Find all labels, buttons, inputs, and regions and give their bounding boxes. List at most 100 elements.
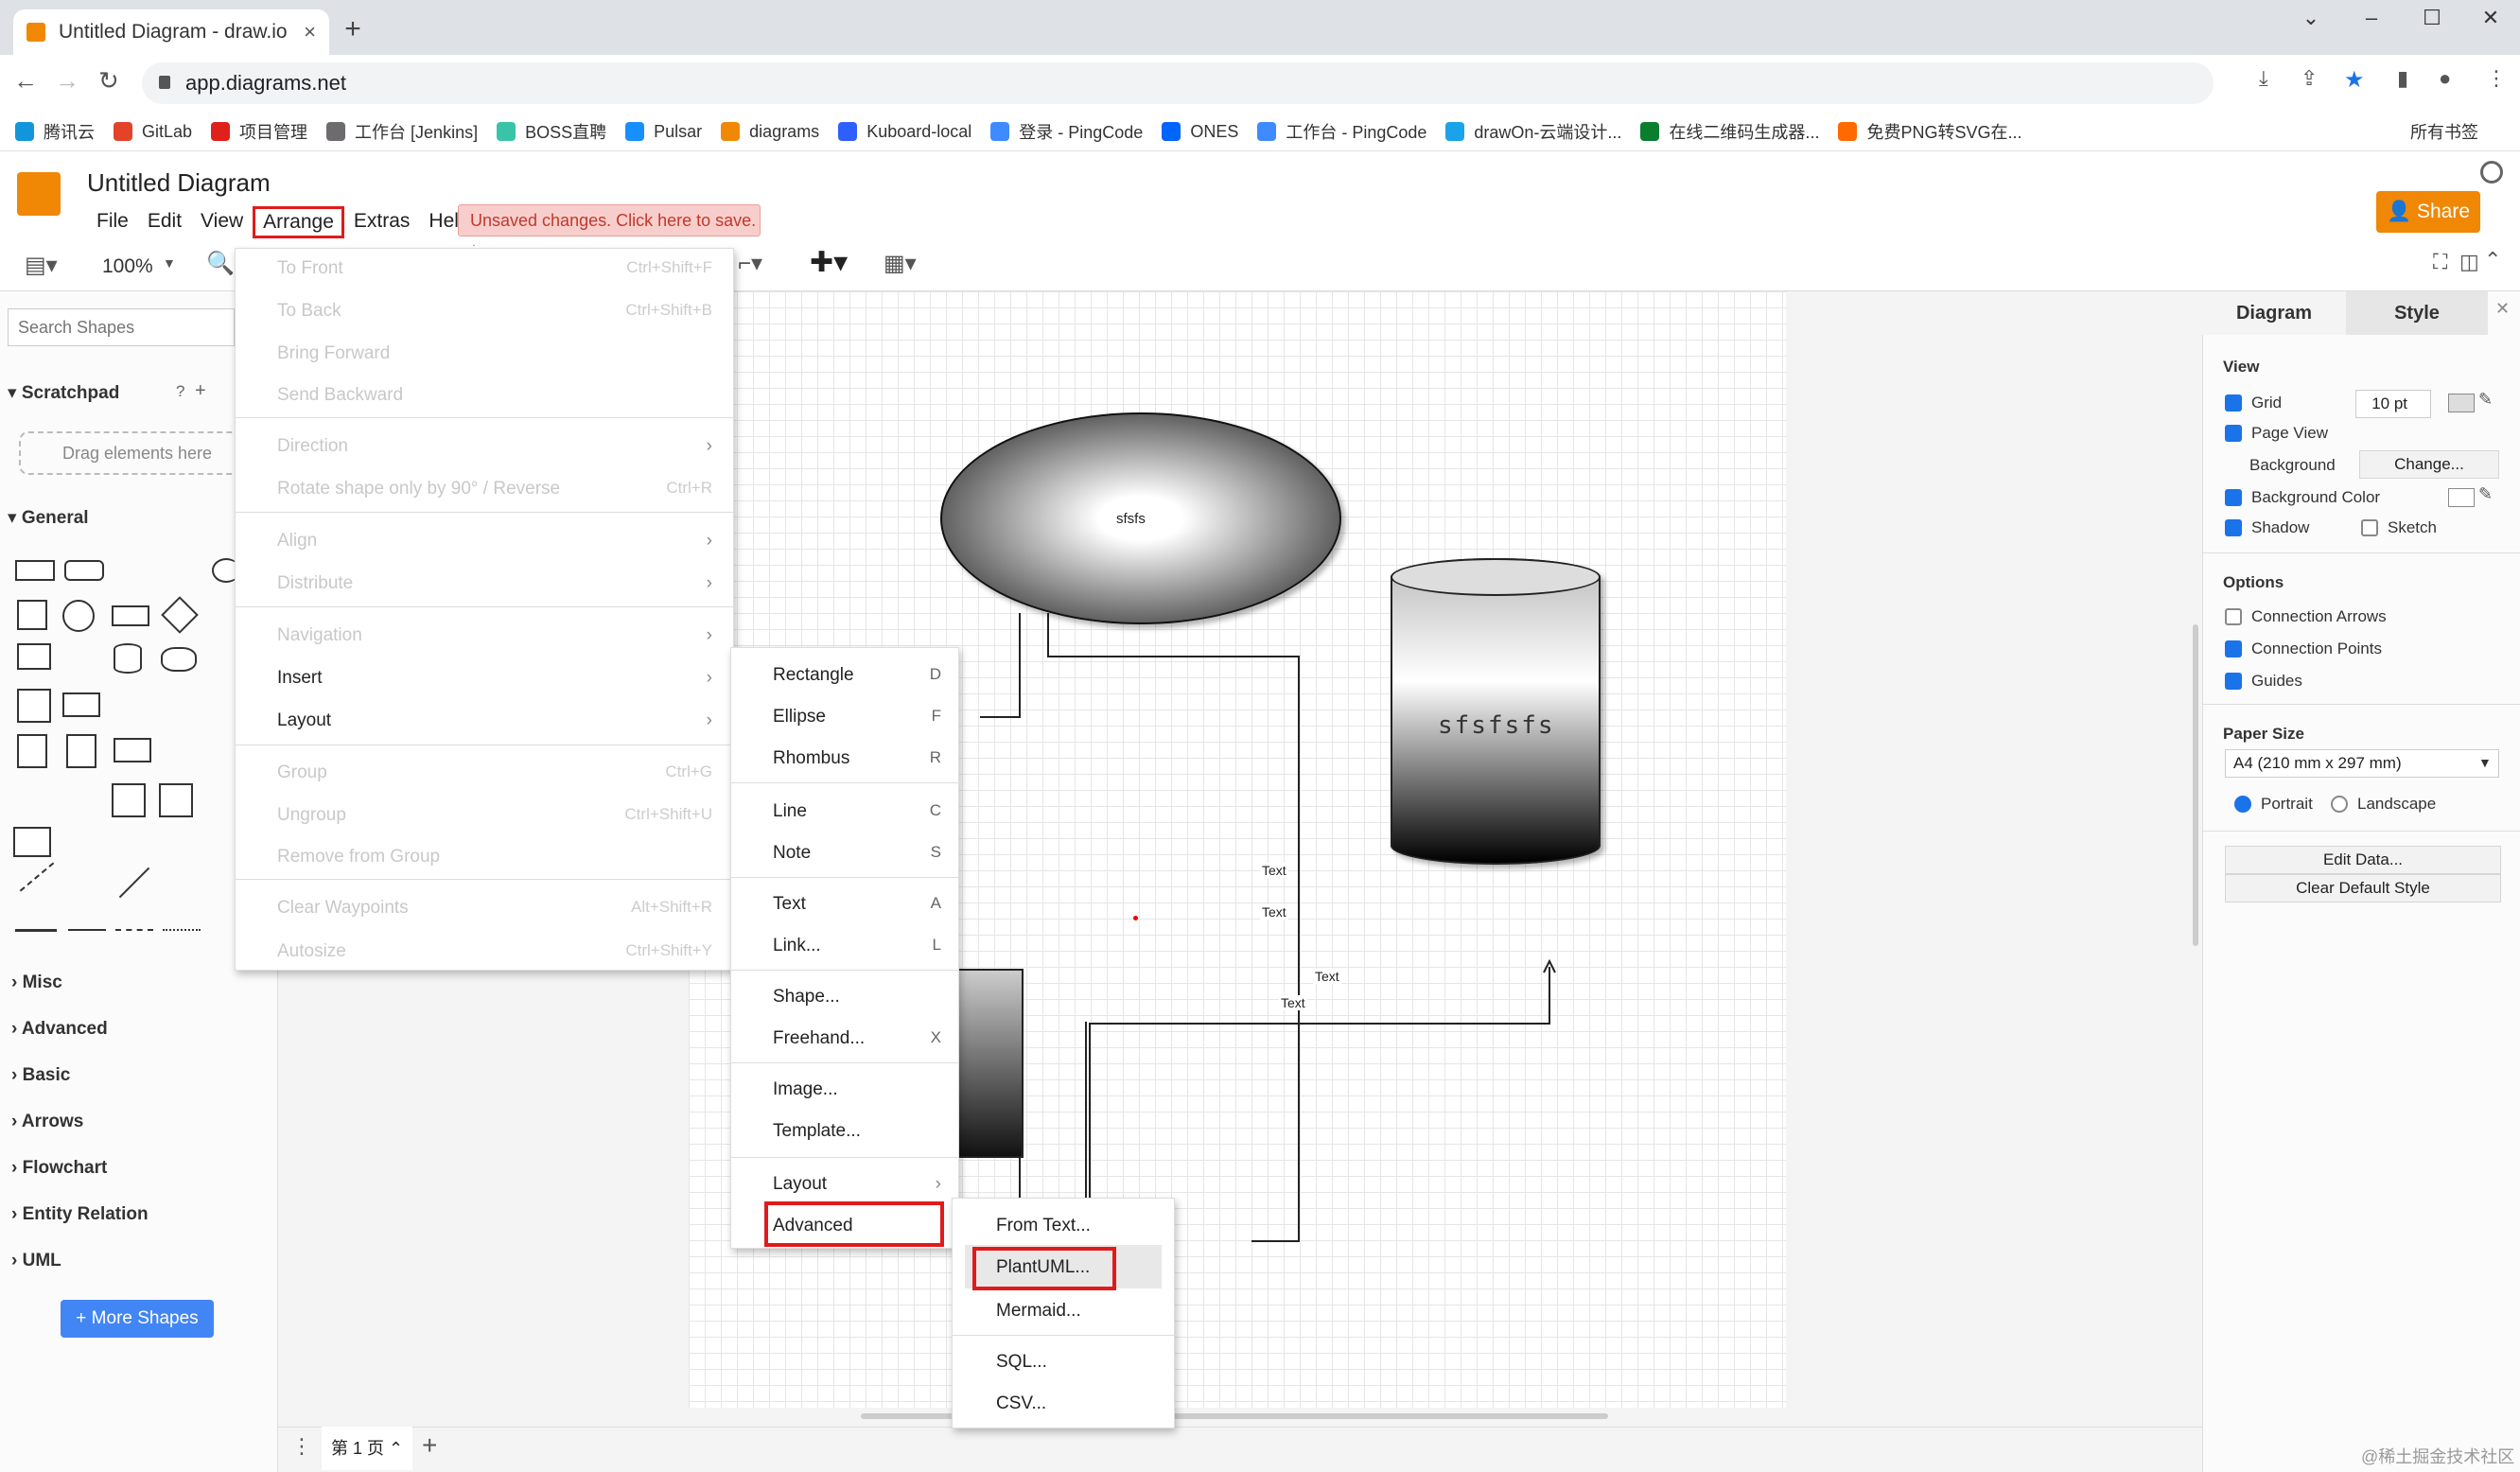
insert-item-shape[interactable]: Shape...	[773, 987, 941, 1008]
paper-size-select[interactable]: A4 (210 mm x 297 mm)	[2225, 749, 2499, 778]
shape-list-item[interactable]	[13, 827, 51, 857]
arrange-item-rotate-shape-only-by-90-reverse[interactable]: Rotate shape only by 90° / Reverse Ctrl+R	[277, 479, 712, 499]
arrange-item-navigation[interactable]: Navigation ›	[277, 625, 712, 646]
pages-menu-icon[interactable]: ⋮	[291, 1434, 312, 1459]
background-color-swatch[interactable]	[2448, 488, 2475, 507]
insert-item-template[interactable]: Template...	[773, 1121, 941, 1142]
close-window-icon[interactable]: ✕	[2467, 6, 2514, 40]
shape-rectangle[interactable]	[15, 560, 55, 581]
clear-default-style-button[interactable]: Clear Default Style	[2225, 874, 2501, 902]
shape-hexagon[interactable]	[17, 643, 51, 670]
shape-dashed-arrow[interactable]	[115, 929, 153, 931]
insert-item-note[interactable]: Note S	[773, 843, 941, 864]
menu-arrange[interactable]: Arrange	[253, 206, 344, 238]
scrollbar-vertical[interactable]	[2193, 624, 2198, 946]
connection-arrows-checkbox[interactable]: Connection Arrows	[2225, 607, 2387, 626]
scratchpad-header[interactable]: ▾ Scratchpad	[8, 382, 119, 404]
add-page-icon[interactable]: +	[422, 1430, 437, 1461]
shape-dotted-arrow[interactable]	[163, 929, 201, 931]
section-advanced[interactable]: › Advanced	[11, 1019, 108, 1040]
theme-settings-icon[interactable]	[2480, 161, 2503, 184]
menu-view[interactable]: View	[191, 206, 253, 238]
scratchpad-add-icon[interactable]: +	[195, 380, 206, 402]
insert-item-rhombus[interactable]: Rhombus R	[773, 748, 941, 769]
tab-style[interactable]: Style	[2346, 291, 2488, 335]
more-shapes-button[interactable]: + More Shapes	[61, 1300, 214, 1338]
shape-card[interactable]	[66, 734, 96, 768]
grid-color-swatch[interactable]	[2448, 394, 2475, 412]
shape-arrow[interactable]	[68, 929, 106, 931]
insert-item-freehand[interactable]: Freehand... X	[773, 1028, 941, 1049]
insert-item-image[interactable]: Image...	[773, 1079, 941, 1100]
page-view-checkbox[interactable]: Page View	[2225, 424, 2328, 443]
insert-item-link[interactable]: Link... L	[773, 936, 941, 956]
guides-checkbox[interactable]: Guides	[2225, 672, 2302, 691]
connection-points-checkbox[interactable]: Connection Points	[2225, 640, 2382, 658]
section-misc[interactable]: › Misc	[11, 973, 62, 993]
advanced-item-csv[interactable]: CSV...	[996, 1393, 1166, 1414]
maximize-icon[interactable]: ☐	[2408, 6, 2456, 40]
bookmark-item[interactable]: Pulsar	[625, 122, 702, 142]
fullscreen-icon[interactable]: ⛶	[2433, 250, 2447, 274]
more-menu-icon[interactable]: ⋮	[2486, 66, 2507, 91]
bookmark-item[interactable]: diagrams	[721, 122, 819, 142]
arrange-item-ungroup[interactable]: Ungroup Ctrl+Shift+U	[277, 805, 712, 826]
install-icon[interactable]: ⤓	[2259, 66, 2268, 91]
close-panel-icon[interactable]: ✕	[2495, 299, 2510, 319]
reload-icon[interactable]: ↻	[98, 66, 119, 96]
document-title[interactable]: Untitled Diagram	[87, 168, 271, 198]
all-bookmarks[interactable]: 所有书签	[2410, 119, 2478, 144]
bookmark-item[interactable]: 腾讯云	[15, 119, 95, 144]
bookmark-item[interactable]: 在线二维码生成器...	[1640, 119, 1819, 144]
zoom-in-icon[interactable]: 🔍	[206, 250, 235, 277]
advanced-item-from-text[interactable]: From Text...	[996, 1216, 1166, 1236]
arrange-item-clear-waypoints[interactable]: Clear Waypoints Alt+Shift+R	[277, 898, 712, 919]
connector-1[interactable]	[980, 613, 1021, 718]
grid-size-input[interactable]: 10 pt	[2355, 390, 2431, 418]
scratchpad-help-icon[interactable]: ?	[176, 382, 184, 401]
shape-circle[interactable]	[62, 600, 95, 632]
shape-process[interactable]	[112, 605, 149, 626]
bookmark-item[interactable]: drawOn-云端设计...	[1445, 119, 1621, 144]
edge-label[interactable]: Text	[1313, 969, 1341, 984]
shape-cylinder[interactable]	[114, 643, 142, 674]
section-uml[interactable]: › UML	[11, 1251, 61, 1271]
panel-toggle-icon[interactable]: ◫	[2459, 250, 2479, 274]
browser-tab[interactable]: Untitled Diagram - draw.io ×	[13, 9, 329, 55]
format-panel-toggle-icon[interactable]: ▤▾	[25, 252, 58, 279]
forward-icon[interactable]: →	[55, 66, 79, 96]
insert-plus-icon[interactable]: ✚▾	[810, 246, 848, 279]
edge-label[interactable]: Text	[1260, 904, 1288, 920]
menu-edit[interactable]: Edit	[138, 206, 191, 238]
bookmark-item[interactable]: 项目管理	[211, 119, 307, 144]
menu-file[interactable]: File	[87, 206, 138, 238]
waypoint-icon[interactable]: ⌐▾	[738, 250, 762, 277]
insert-item-text[interactable]: Text A	[773, 894, 941, 915]
edge-label[interactable]: Text	[1279, 995, 1307, 1010]
arrange-item-layout[interactable]: Layout ›	[277, 710, 712, 731]
address-bar[interactable]: app.diagrams.net	[142, 62, 2214, 104]
advanced-item-sql[interactable]: SQL...	[996, 1352, 1166, 1373]
bookmark-item[interactable]: Kuboard-local	[838, 122, 971, 142]
tab-diagram[interactable]: Diagram	[2202, 291, 2346, 335]
landscape-radio[interactable]: Landscape	[2331, 795, 2436, 814]
cylinder-label[interactable]: sfsfsfs	[1438, 711, 1555, 740]
bookmark-item[interactable]: GitLab	[114, 122, 192, 142]
change-background-button[interactable]: Change...	[2359, 450, 2499, 479]
share-button[interactable]: 👤 Share	[2376, 191, 2480, 233]
shape-callout[interactable]	[114, 738, 151, 762]
bookmark-star-icon[interactable]: ★	[2344, 66, 2365, 94]
arrange-item-bring-forward[interactable]: Bring Forward	[277, 343, 712, 364]
bookmark-item[interactable]: 免费PNG转SVG在...	[1838, 119, 2021, 144]
arrange-item-distribute[interactable]: Distribute ›	[277, 573, 712, 594]
portrait-radio[interactable]: Portrait	[2234, 795, 2313, 814]
profile-icon[interactable]: ●	[2439, 66, 2451, 91]
zoom-select[interactable]: 100%	[102, 255, 153, 278]
page-tab-chevron-icon[interactable]: ⌃	[389, 1439, 403, 1458]
shape-connector[interactable]	[15, 929, 57, 932]
shadow-checkbox[interactable]: Shadow	[2225, 518, 2309, 537]
shape-note[interactable]	[17, 734, 47, 768]
arrange-item-to-front[interactable]: To Front Ctrl+Shift+F	[277, 258, 712, 279]
bookmark-item[interactable]: 工作台 - PingCode	[1257, 119, 1426, 144]
scratchpad-drop-zone[interactable]: Drag elements here	[19, 431, 255, 475]
